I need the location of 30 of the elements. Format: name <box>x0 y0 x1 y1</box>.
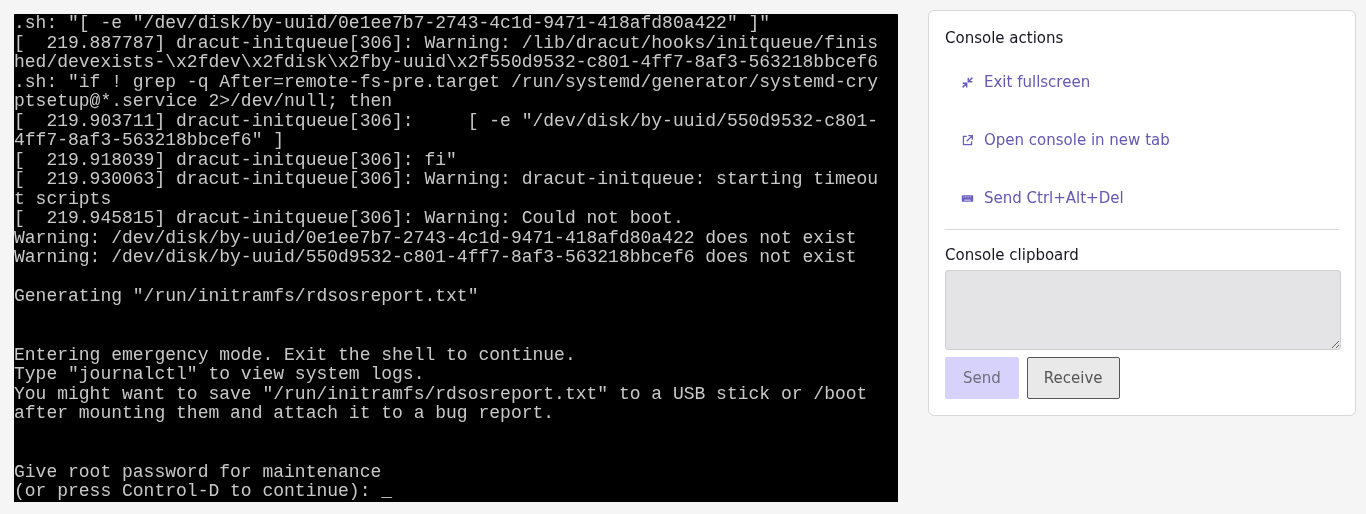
console-line: Entering emergency mode. Exit the shell to continue. <box>14 345 577 365</box>
console-line: ptsetup@*.service 2>/dev/null; then <box>14 92 394 112</box>
console-line: t scripts <box>14 189 113 209</box>
console-line: [ 219.945815] dracut-initqueue[306]: Warning: Could not boot. <box>14 209 685 229</box>
console-line: .sh: "if ! grep -q After=remote-fs-pre.target /run/systemd/generator/systemd-cry <box>14 72 880 92</box>
console-line: .sh: "[ -e "/dev/disk/by-uuid/0e1ee7b7-2743-4c1d-9471-418afd80a422" ]" <box>14 14 772 34</box>
section-title: Console clipboard <box>945 246 1080 264</box>
console-line: [ 219.930063] dracut-initqueue[306]: Warning: dracut-initqueue: starting timeou <box>14 170 880 190</box>
console-line: Warning: /dev/disk/by-uuid/550d9532-c801-4ff7-8af3-563218bbcef6 does not exist <box>14 248 858 268</box>
console-line: [ 219.903711] dracut-initqueue[306]: [ -e "/dev/disk/by-uuid/550d9532-c801- <box>14 111 880 131</box>
action-link[interactable]: Open console in new tab <box>961 111 1170 169</box>
clipboard-field[interactable] <box>945 270 1341 350</box>
section-title: Console actions <box>945 29 1065 47</box>
console-line: Warning: /dev/disk/by-uuid/0e1ee7b7-2743-4c1d-9471-418afd80a422 does not exist <box>14 228 858 248</box>
console-line: Give root password for maintenance <box>14 462 383 482</box>
console-line: after mounting them and attach it to a bug report. <box>14 404 556 424</box>
action-link[interactable]: Send Ctrl+Alt+Del <box>961 169 1124 227</box>
console-line: Type "journalctl" to view system logs. <box>14 365 426 385</box>
receive-button[interactable]: Receive <box>1026 357 1120 399</box>
action-link[interactable]: Exit fullscreen <box>961 53 1091 111</box>
console-line: [ 219.918039] dracut-initqueue[306]: fi" <box>14 150 458 170</box>
console-line: [ 219.887787] dracut-initqueue[306]: Warning: /lib/dracut/hooks/initqueue/finis <box>14 33 880 53</box>
console-line: Generating "/run/initramfs/rdsosreport.txt" <box>14 287 480 307</box>
console-line: hed/devexists-\x2fdev\x2fdisk\x2fby-uuid\x2f550d9532-c801-4ff7-8af3-563218bbcef6 <box>14 53 880 73</box>
console-line: (or press Control-D to continue): _ <box>14 482 394 502</box>
compress-icon <box>961 75 974 89</box>
external-link-icon <box>961 133 974 147</box>
console-line: You might want to save "/run/initramfs/rdsosreport.txt" to a USB stick or /boot <box>14 384 869 404</box>
console-line: 4ff7-8af3-563218bbcef6" ] <box>14 131 286 151</box>
console-screen[interactable] <box>14 14 898 502</box>
